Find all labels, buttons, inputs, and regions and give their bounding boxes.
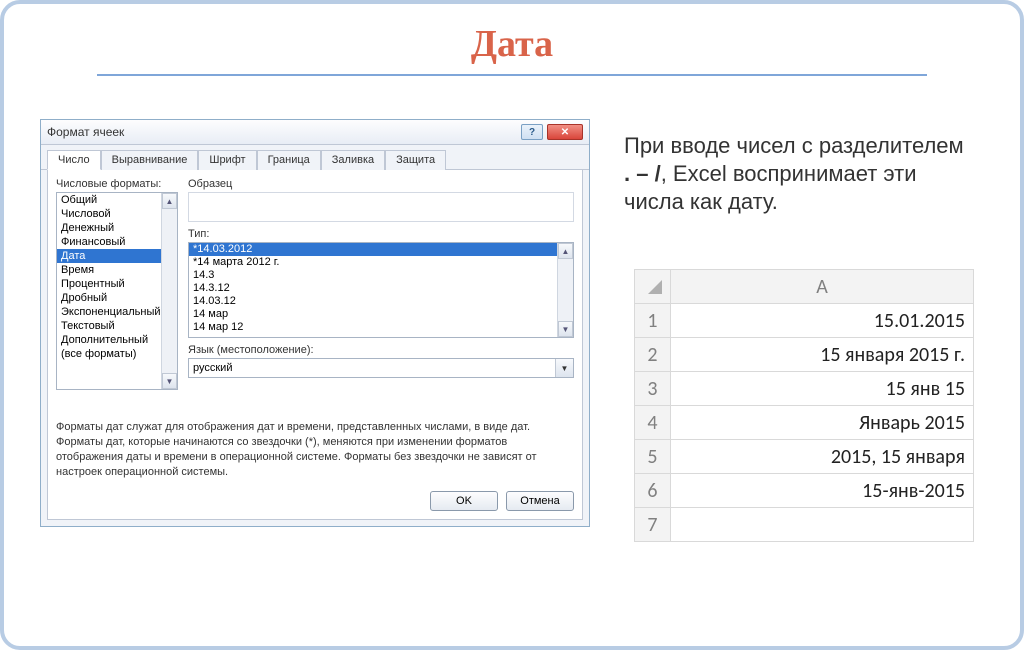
- list-item[interactable]: Экспоненциальный: [57, 305, 177, 319]
- scroll-up-icon[interactable]: ▲: [558, 243, 573, 259]
- row-header[interactable]: 6: [635, 474, 671, 508]
- type-item[interactable]: 14 мар 12: [189, 321, 573, 334]
- type-item[interactable]: 14.03.12: [189, 295, 573, 308]
- type-item[interactable]: *14 марта 2012 г.: [189, 256, 573, 269]
- cell[interactable]: Январь 2015: [671, 406, 974, 440]
- sample-box: [188, 192, 574, 222]
- list-item[interactable]: (все форматы): [57, 347, 177, 361]
- locale-label: Язык (местоположение):: [188, 344, 574, 356]
- tab-protection[interactable]: Защита: [385, 150, 446, 170]
- list-item[interactable]: Процентный: [57, 277, 177, 291]
- type-item[interactable]: 14 мар: [189, 308, 573, 321]
- type-item[interactable]: 14.3.12: [189, 282, 573, 295]
- scroll-down-icon[interactable]: ▼: [162, 373, 177, 389]
- tab-fill[interactable]: Заливка: [321, 150, 385, 170]
- explanation-text: При вводе чисел с разделителем . – /, Ex…: [624, 132, 974, 216]
- type-scrollbar[interactable]: ▲ ▼: [557, 243, 573, 337]
- scroll-up-icon[interactable]: ▲: [162, 193, 177, 209]
- list-item[interactable]: Общий: [57, 193, 177, 207]
- list-item[interactable]: Дополнительный: [57, 333, 177, 347]
- list-item[interactable]: Денежный: [57, 221, 177, 235]
- cancel-button[interactable]: Отмена: [506, 491, 574, 511]
- dialog-titlebar[interactable]: Формат ячеек ? ✕: [41, 120, 589, 145]
- scroll-down-icon[interactable]: ▼: [558, 321, 573, 337]
- select-all-corner[interactable]: [635, 270, 671, 304]
- expl-part1: При вводе чисел с разделителем: [624, 133, 964, 158]
- tab-font[interactable]: Шрифт: [198, 150, 256, 170]
- excel-table: A 115.01.2015 215 января 2015 г. 315 янв…: [634, 269, 974, 542]
- row-header[interactable]: 1: [635, 304, 671, 338]
- expl-separators: . – /: [624, 161, 661, 186]
- slide: Дата Формат ячеек ? ✕ Число Выравнивание…: [0, 0, 1024, 650]
- cell[interactable]: 15 января 2015 г.: [671, 338, 974, 372]
- type-item-selected[interactable]: *14.03.2012: [189, 243, 573, 256]
- expl-part2: , Excel воспринимает эти числа как дату.: [624, 161, 917, 214]
- column-header-A[interactable]: A: [671, 270, 974, 304]
- help-button[interactable]: ?: [521, 124, 543, 140]
- tab-bar: Число Выравнивание Шрифт Граница Заливка…: [41, 145, 589, 170]
- list-item[interactable]: Числовой: [57, 207, 177, 221]
- format-hint: Форматы дат служат для отображения дат и…: [56, 420, 574, 479]
- dialog-buttons: OK Отмена: [56, 491, 574, 511]
- list-item[interactable]: Текстовый: [57, 319, 177, 333]
- row-header[interactable]: 7: [635, 508, 671, 542]
- dialog-title: Формат ячеек: [47, 125, 517, 139]
- formats-scrollbar[interactable]: ▲ ▼: [161, 193, 177, 389]
- cell[interactable]: [671, 508, 974, 542]
- row-header[interactable]: 5: [635, 440, 671, 474]
- dialog-body: Числовые форматы: Общий Числовой Денежны…: [47, 170, 583, 520]
- row-header[interactable]: 3: [635, 372, 671, 406]
- list-item[interactable]: Дробный: [57, 291, 177, 305]
- locale-value: русский: [193, 362, 232, 374]
- cell[interactable]: 15-янв-2015: [671, 474, 974, 508]
- format-cells-dialog: Формат ячеек ? ✕ Число Выравнивание Шриф…: [40, 119, 590, 527]
- type-listbox[interactable]: *14.03.2012 *14 марта 2012 г. 14.3 14.3.…: [188, 242, 574, 338]
- cell[interactable]: 15.01.2015: [671, 304, 974, 338]
- ok-button[interactable]: OK: [430, 491, 498, 511]
- list-item-selected[interactable]: Дата: [57, 249, 177, 263]
- list-item[interactable]: Время: [57, 263, 177, 277]
- cell[interactable]: 2015, 15 января: [671, 440, 974, 474]
- title-divider: [97, 74, 927, 76]
- list-item[interactable]: Финансовый: [57, 235, 177, 249]
- row-header[interactable]: 2: [635, 338, 671, 372]
- close-button[interactable]: ✕: [547, 124, 583, 140]
- tab-number[interactable]: Число: [47, 150, 101, 170]
- type-item[interactable]: 14.3: [189, 269, 573, 282]
- formats-label: Числовые форматы:: [56, 178, 178, 190]
- sample-label: Образец: [188, 178, 574, 190]
- formats-listbox[interactable]: Общий Числовой Денежный Финансовый Дата …: [56, 192, 178, 390]
- tab-border[interactable]: Граница: [257, 150, 321, 170]
- row-header[interactable]: 4: [635, 406, 671, 440]
- slide-title: Дата: [4, 22, 1020, 66]
- locale-combo[interactable]: русский ▼: [188, 358, 574, 378]
- cell[interactable]: 15 янв 15: [671, 372, 974, 406]
- dropdown-icon[interactable]: ▼: [555, 359, 573, 377]
- tab-alignment[interactable]: Выравнивание: [101, 150, 199, 170]
- type-label: Тип:: [188, 228, 574, 240]
